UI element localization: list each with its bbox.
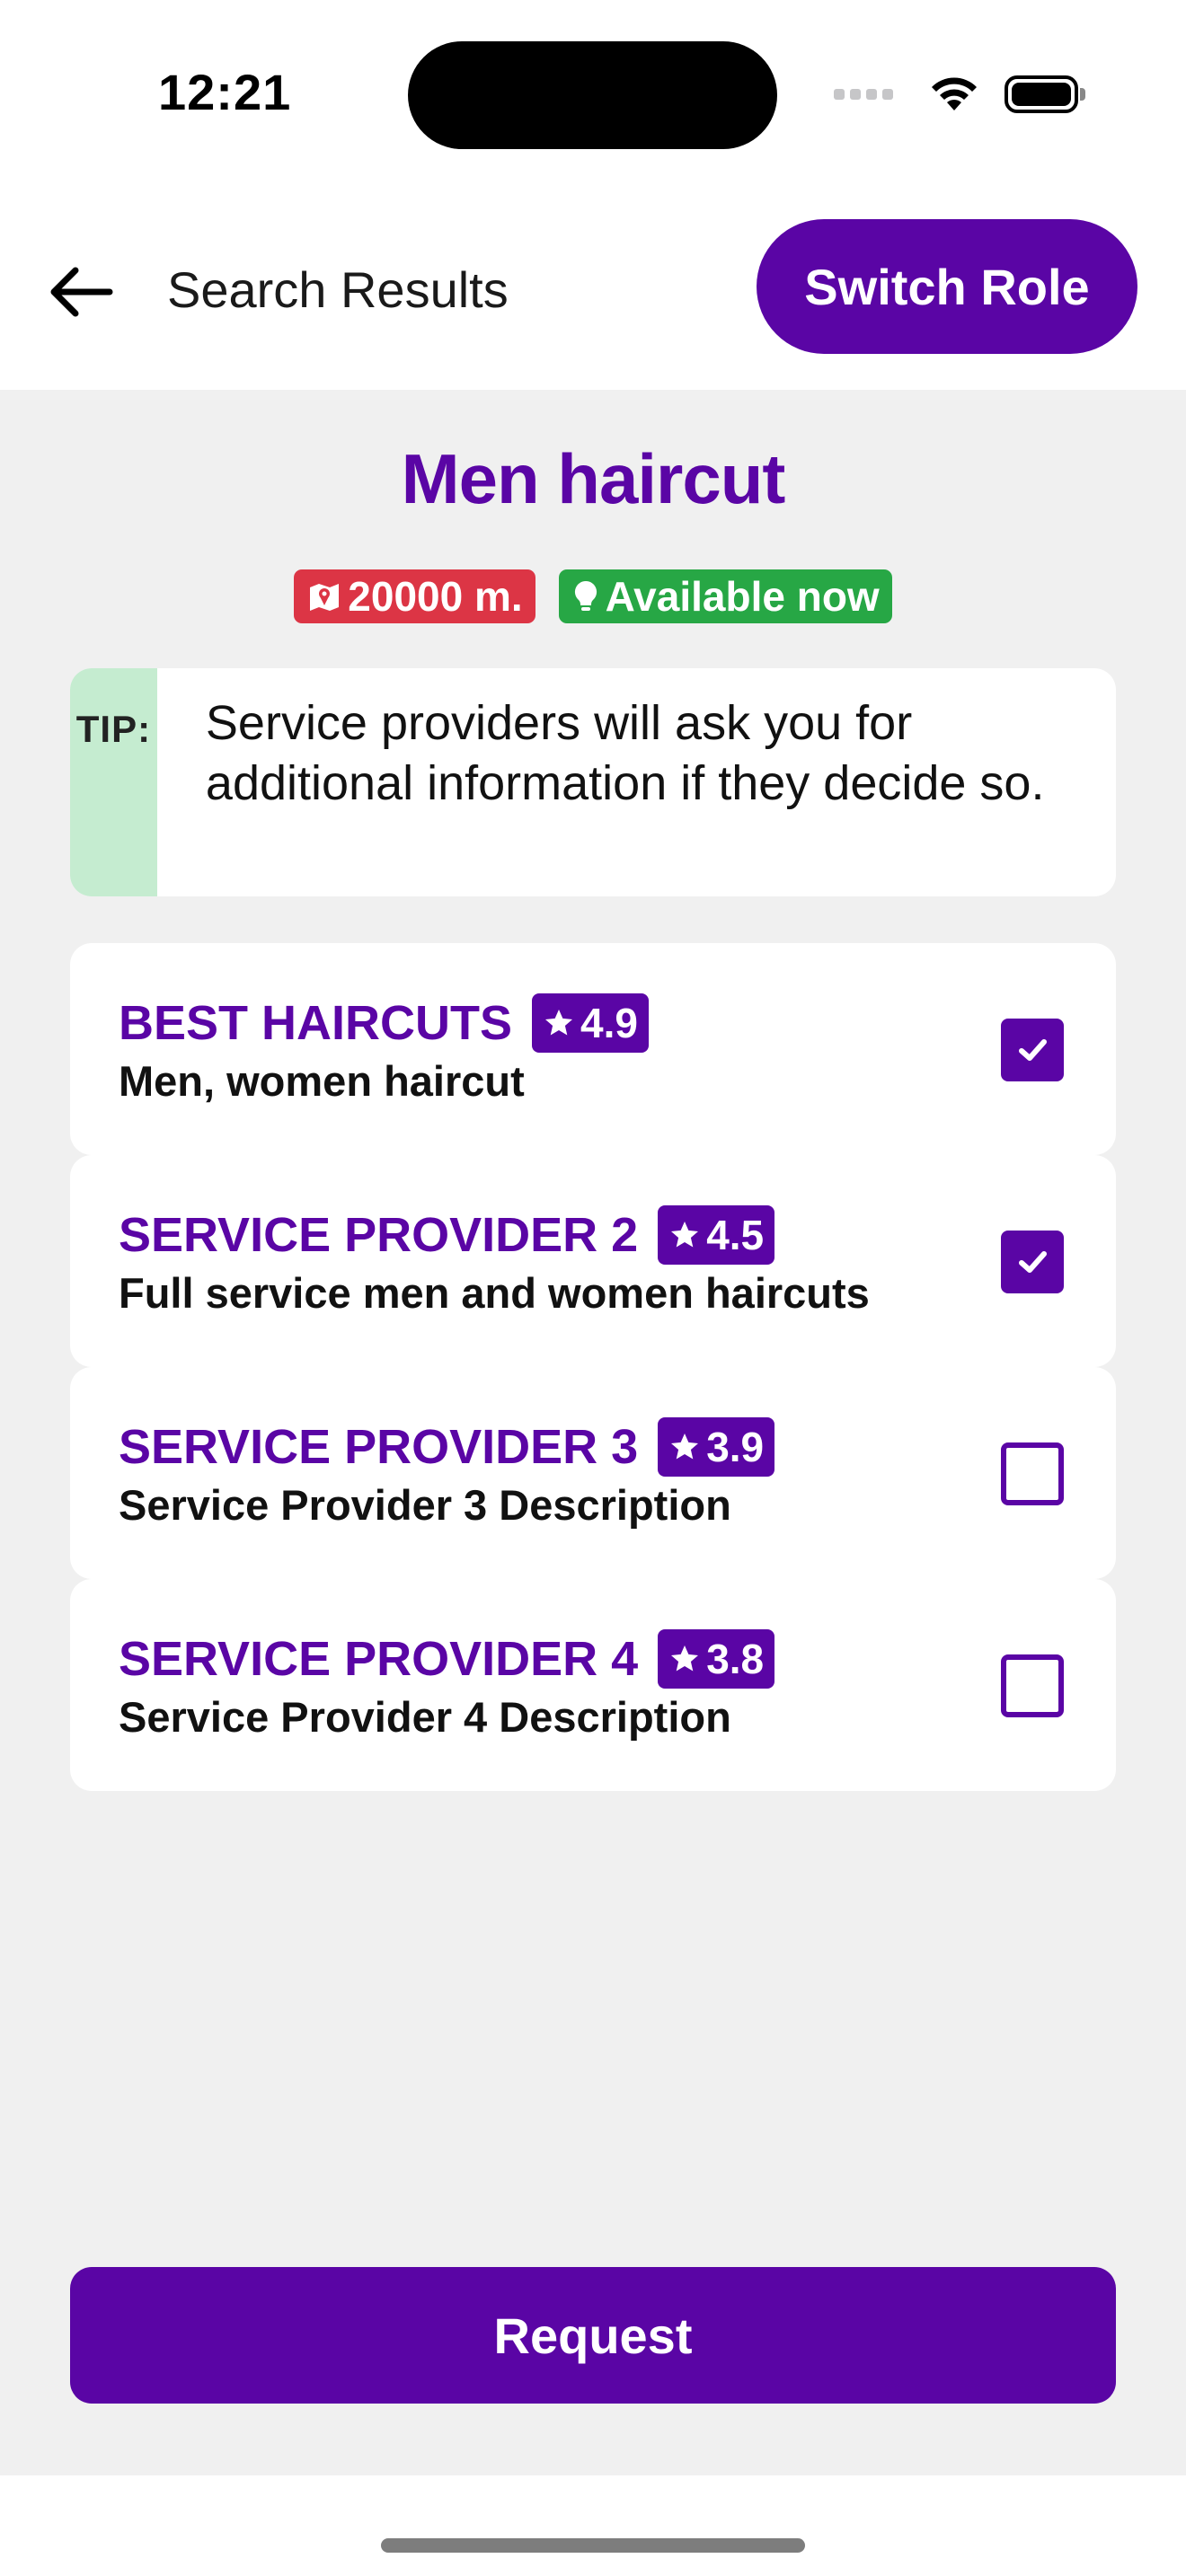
star-icon <box>545 1010 573 1036</box>
provider-name: BEST HAIRCUTS <box>119 996 513 1050</box>
page-title: Search Results <box>167 261 509 318</box>
app-screen: 12:21 Search Results Switch Role Men hai… <box>0 0 1186 2576</box>
availability-badge: Available now <box>558 569 892 623</box>
rating-badge: 3.8 <box>658 1629 775 1689</box>
provider-header: SERVICE PROVIDER 3 3.9 <box>119 1417 775 1477</box>
cellular-signal-icon <box>834 89 893 100</box>
provider-description: Full service men and women haircuts <box>119 1269 870 1317</box>
battery-icon <box>1005 75 1085 113</box>
rating-value: 3.8 <box>706 1636 765 1682</box>
status-icons <box>834 72 1085 117</box>
tip-box: TIP: Service providers will ask you for … <box>70 668 1116 896</box>
provider-description: Service Provider 4 Description <box>119 1693 731 1741</box>
checkmark-icon <box>1019 1251 1047 1273</box>
map-marker-icon <box>310 584 340 611</box>
rating-value: 3.9 <box>706 1424 765 1470</box>
checkmark-icon <box>1019 1039 1047 1061</box>
lightbulb-icon <box>574 580 597 611</box>
back-button[interactable] <box>40 251 120 332</box>
rating-badge: 4.5 <box>658 1205 775 1265</box>
rating-value: 4.5 <box>706 1212 765 1258</box>
provider-card[interactable]: SERVICE PROVIDER 2 4.5 Full service men … <box>70 1155 1116 1367</box>
service-badges: 20000 m. Available now <box>0 569 1186 623</box>
status-bar: 12:21 <box>0 0 1186 189</box>
star-icon <box>671 1645 699 1672</box>
top-app-bar: Search Results Switch Role <box>0 189 1186 390</box>
star-icon <box>671 1222 699 1248</box>
rating-badge: 3.9 <box>658 1417 775 1477</box>
provider-name: SERVICE PROVIDER 4 <box>119 1632 639 1686</box>
home-indicator <box>381 2538 805 2553</box>
wifi-icon <box>932 77 977 110</box>
provider-description: Service Provider 3 Description <box>119 1481 731 1529</box>
dynamic-island <box>408 41 777 149</box>
distance-value: 20000 m. <box>348 573 523 620</box>
arrow-left-icon <box>50 267 113 317</box>
provider-name: SERVICE PROVIDER 2 <box>119 1208 639 1262</box>
star-icon <box>671 1434 699 1460</box>
provider-card[interactable]: BEST HAIRCUTS 4.9 Men, women haircut <box>70 943 1116 1155</box>
tip-label: TIP: <box>70 668 157 896</box>
provider-header: SERVICE PROVIDER 4 3.8 <box>119 1629 775 1689</box>
provider-name: SERVICE PROVIDER 3 <box>119 1420 639 1474</box>
provider-header: BEST HAIRCUTS 4.9 <box>119 993 649 1053</box>
availability-text: Available now <box>605 573 880 620</box>
provider-card[interactable]: SERVICE PROVIDER 4 3.8 Service Provider … <box>70 1579 1116 1791</box>
rating-badge: 4.9 <box>532 993 649 1053</box>
rating-value: 4.9 <box>580 1000 638 1046</box>
provider-checkbox[interactable] <box>1001 1442 1064 1505</box>
distance-badge: 20000 m. <box>294 569 535 623</box>
provider-description: Men, women haircut <box>119 1057 525 1105</box>
provider-list: BEST HAIRCUTS 4.9 Men, women haircut SER… <box>70 943 1116 1791</box>
provider-checkbox[interactable] <box>1001 1231 1064 1293</box>
provider-card[interactable]: SERVICE PROVIDER 3 3.9 Service Provider … <box>70 1367 1116 1579</box>
provider-checkbox[interactable] <box>1001 1019 1064 1081</box>
status-time: 12:21 <box>158 64 292 120</box>
provider-checkbox[interactable] <box>1001 1654 1064 1717</box>
switch-role-button[interactable]: Switch Role <box>757 219 1137 354</box>
service-title: Men haircut <box>401 439 786 518</box>
tip-text: Service providers will ask you for addit… <box>205 696 1045 810</box>
provider-header: SERVICE PROVIDER 2 4.5 <box>119 1205 775 1265</box>
request-button[interactable]: Request <box>70 2267 1116 2404</box>
main-content: Men haircut 20000 m. Available now TIP: … <box>0 390 1186 2475</box>
